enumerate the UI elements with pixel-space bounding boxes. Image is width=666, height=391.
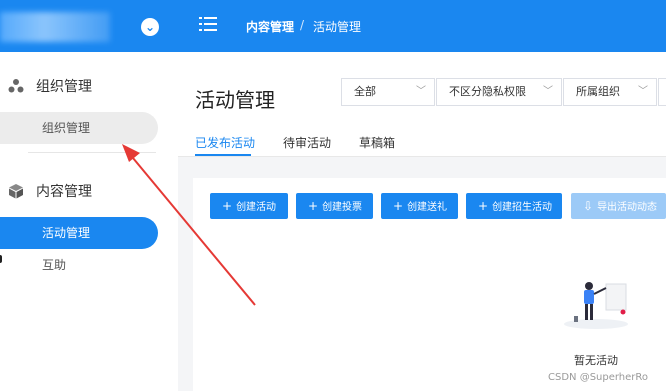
annotation-arrow-icon xyxy=(122,144,256,306)
